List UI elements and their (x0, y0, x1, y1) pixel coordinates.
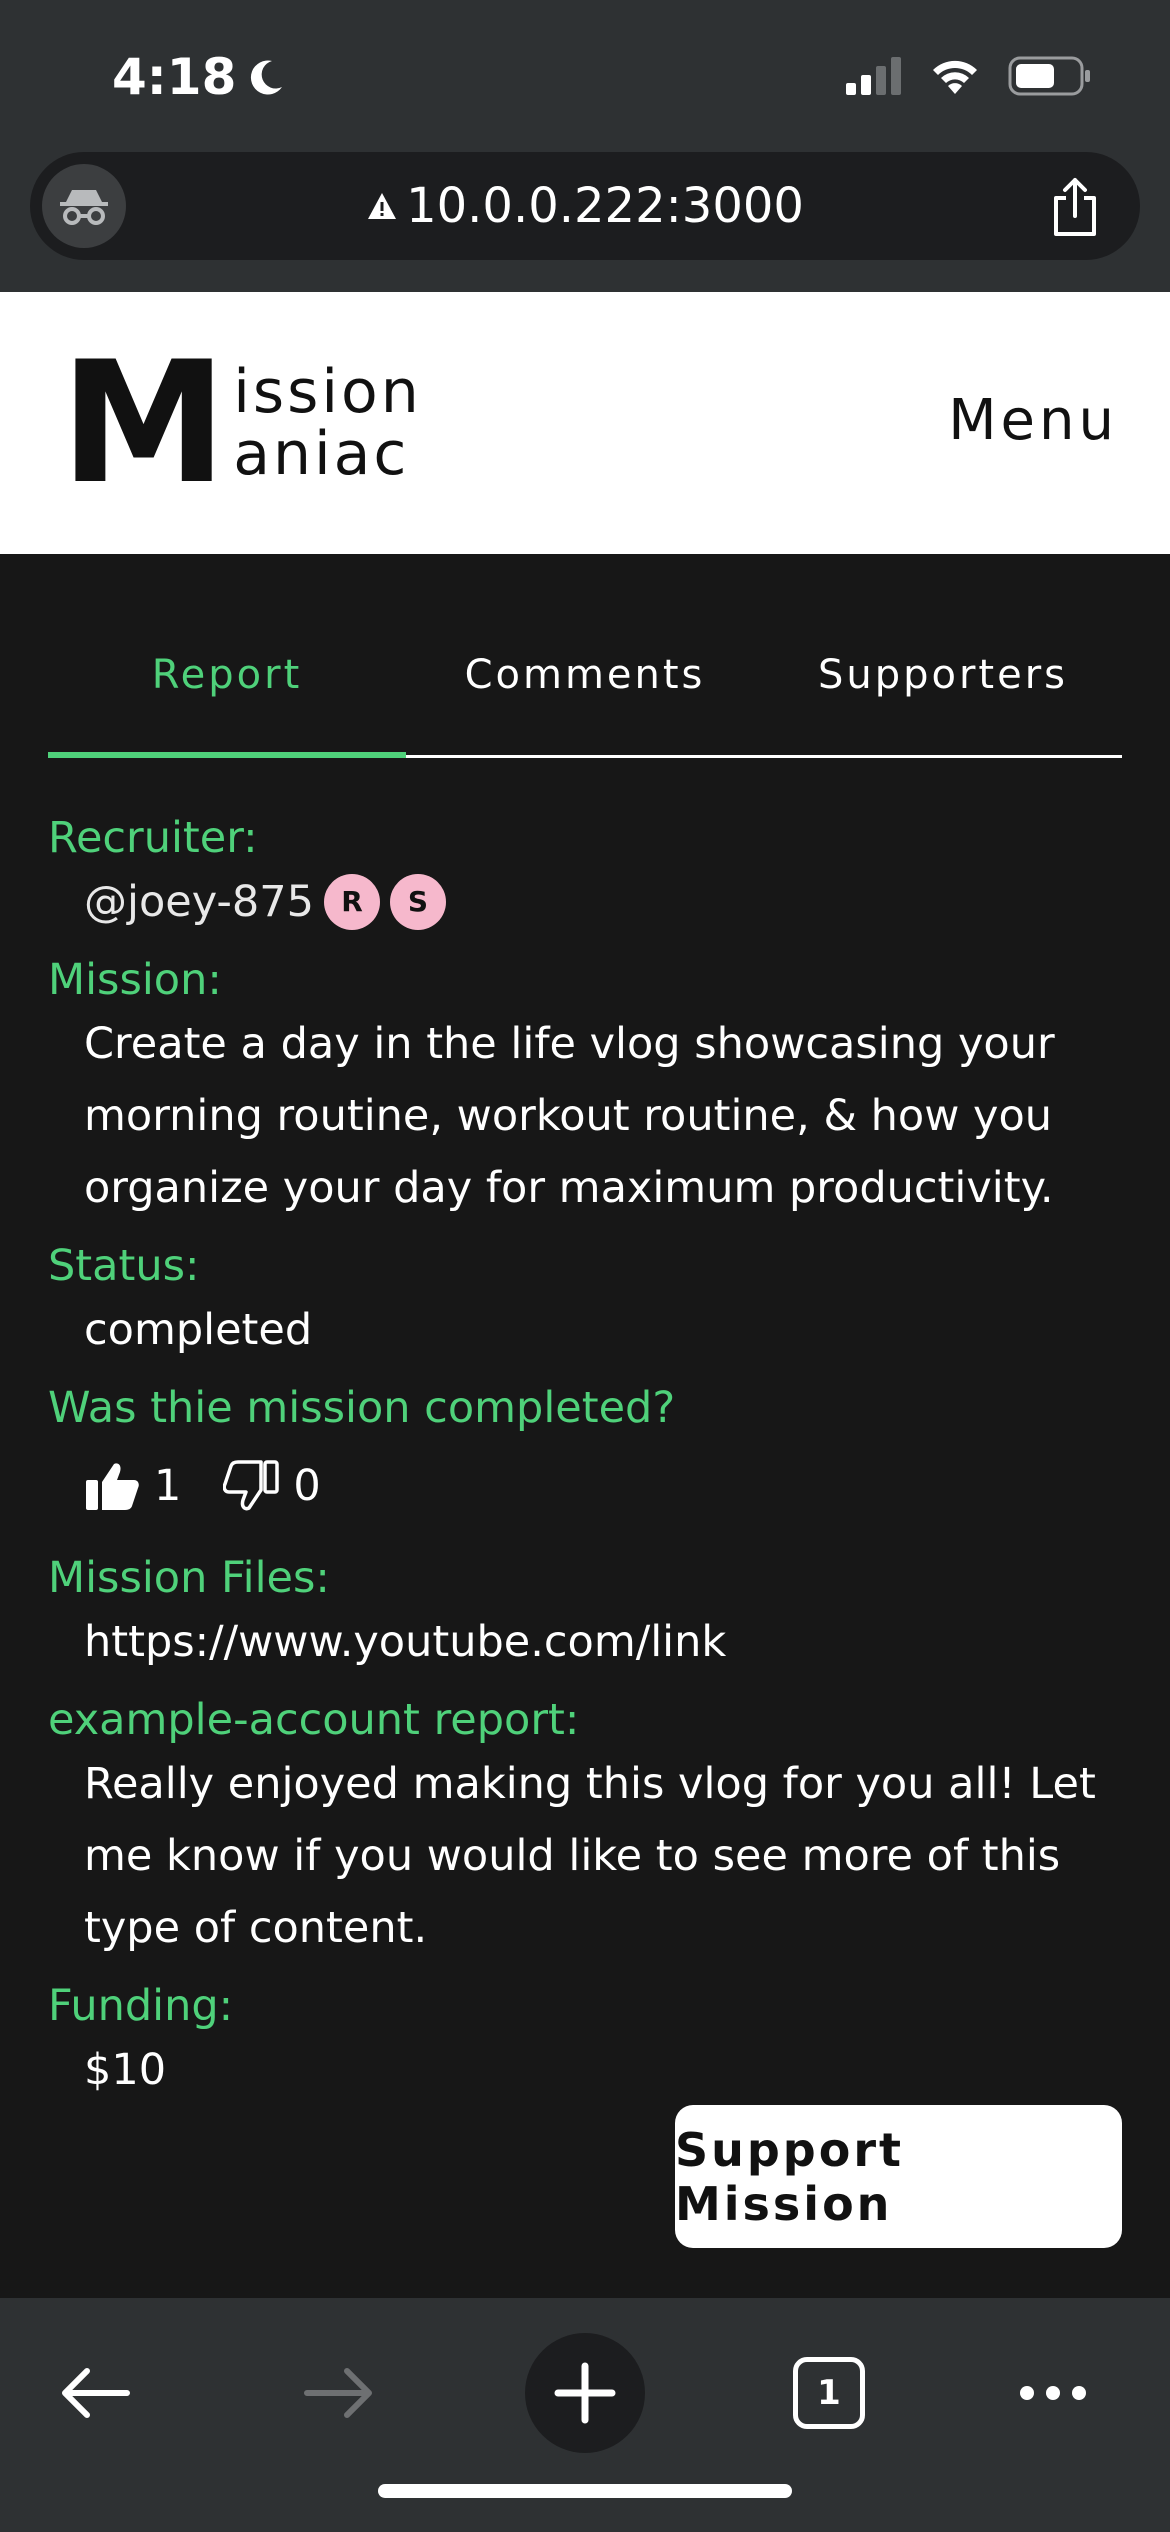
recruiter-label: Recruiter: (48, 813, 258, 863)
recruiter-badge-r: R (324, 874, 380, 930)
funding-value: $10 (84, 2045, 167, 2095)
mission-maniac-logo[interactable]: M ission aniac (60, 339, 422, 507)
thumbs-up-icon[interactable] (84, 1460, 140, 1512)
back-arrow-icon (62, 2368, 130, 2418)
mission-tabs: Report Comments Supporters (48, 612, 1122, 758)
tab-count: 1 (817, 2373, 841, 2413)
funding-label: Funding: (48, 1981, 234, 2031)
tab-supporters[interactable]: Supporters (764, 612, 1122, 755)
thumbs-down-count: 0 (293, 1461, 321, 1511)
battery-icon (1008, 56, 1090, 96)
mission-section: Mission: Create a day in the life vlog s… (48, 952, 1122, 1224)
account-report-section: example-account report: Really enjoyed m… (48, 1692, 1122, 1964)
status-section: Status: completed (48, 1238, 1122, 1366)
thumbs-down-icon[interactable] (223, 1460, 280, 1512)
tab-report[interactable]: Report (48, 612, 406, 758)
status-time: 4:18 (112, 48, 286, 106)
address-bar[interactable]: 10.0.0.222:3000 (30, 152, 1140, 260)
supporter-badge-s: S (390, 874, 446, 930)
support-mission-button[interactable]: Support Mission (675, 2105, 1122, 2248)
completion-question: Was thie mission completed? (48, 1383, 676, 1433)
mission-file-link[interactable]: https://www.youtube.com/link (84, 1606, 1122, 1678)
tab-count-icon: 1 (793, 2357, 865, 2429)
thumbs-up-count: 1 (154, 1461, 182, 1511)
funding-section: Funding: $10 (48, 1978, 1122, 2106)
site-header: M ission aniac Menu (0, 292, 1170, 554)
files-label: Mission Files: (48, 1553, 330, 1603)
plus-icon (525, 2333, 645, 2453)
recruiter-row: @joey-875 R S (84, 866, 1122, 938)
back-button[interactable] (30, 2328, 160, 2458)
forward-button[interactable] (274, 2328, 404, 2458)
recruiter-section: Recruiter: @joey-875 R S (48, 810, 1122, 938)
mission-text: Create a day in the life vlog showcasing… (84, 1019, 1055, 1213)
signal-icon (846, 57, 901, 95)
account-report-label: example-account report: (48, 1695, 580, 1745)
status-bar: 4:18 (0, 0, 1170, 150)
vote-row: 1 0 (84, 1436, 1122, 1536)
account-report-text: Really enjoyed making this vlog for you … (84, 1759, 1096, 1953)
moon-icon (251, 60, 283, 95)
share-icon (1054, 178, 1096, 236)
forward-arrow-icon (304, 2368, 372, 2418)
status-label: Status: (48, 1241, 200, 1291)
more-options-button[interactable] (988, 2328, 1118, 2458)
status-value: completed (84, 1305, 313, 1355)
tabs-button[interactable]: 1 (764, 2328, 894, 2458)
mission-label: Mission: (48, 955, 222, 1005)
completion-vote-section: Was thie mission completed? 1 0 (48, 1380, 1122, 1536)
tab-comments[interactable]: Comments (406, 612, 764, 755)
status-indicators (846, 56, 1092, 96)
recruiter-handle[interactable]: @joey-875 (84, 866, 314, 938)
report-panel: Recruiter: @joey-875 R S Mission: Create… (48, 810, 1122, 2120)
url-display[interactable]: 10.0.0.222:3000 (30, 178, 1140, 234)
more-dots-icon (1020, 2386, 1086, 2400)
warning-icon (368, 193, 397, 219)
browser-address-bar-area: 10.0.0.222:3000 (0, 150, 1170, 292)
wifi-icon (933, 60, 977, 94)
home-indicator[interactable] (378, 2484, 792, 2498)
files-section: Mission Files: https://www.youtube.com/l… (48, 1550, 1122, 1678)
share-button[interactable] (1048, 176, 1102, 242)
menu-button[interactable]: Menu (948, 388, 1118, 453)
new-tab-button[interactable] (520, 2328, 650, 2458)
